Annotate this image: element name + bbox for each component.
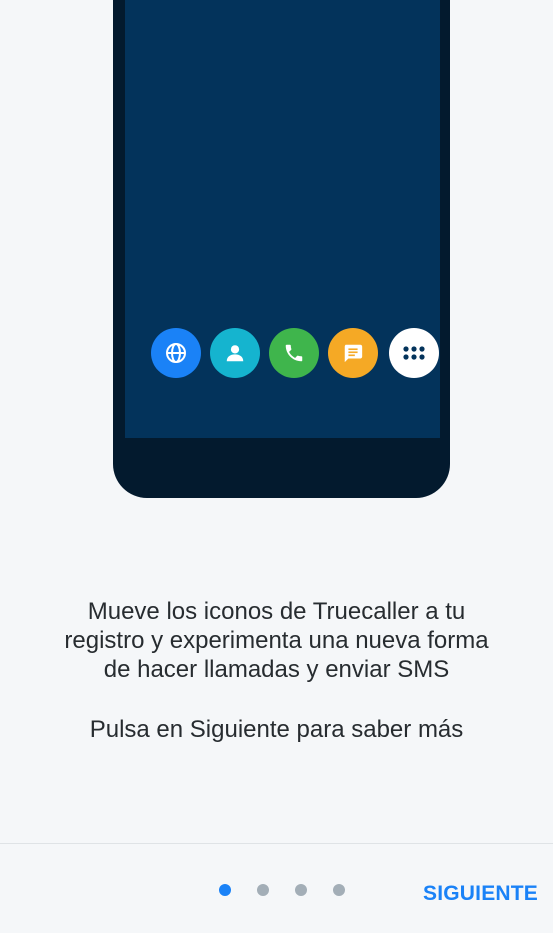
footer-divider (0, 843, 553, 844)
page-dot-3 (295, 884, 307, 896)
onboarding-hint: Pulsa en Siguiente para saber más (89, 716, 464, 743)
onboarding-screen: Mueve los iconos de Truecaller a tu regi… (0, 0, 553, 933)
contacts-icon (210, 328, 260, 378)
message-icon (328, 328, 378, 378)
globe-icon (151, 328, 201, 378)
onboarding-message: Mueve los iconos de Truecaller a tu regi… (64, 598, 489, 683)
phone-icon (269, 328, 319, 378)
apps-grid-icon (389, 328, 439, 378)
phone-illustration (113, 0, 450, 498)
page-dot-1 (219, 884, 231, 896)
page-dot-4 (333, 884, 345, 896)
app-dock (151, 328, 441, 380)
next-button[interactable]: SIGUIENTE (423, 876, 538, 912)
phone-screen (125, 0, 440, 438)
page-indicator (219, 884, 371, 896)
page-dot-2 (257, 884, 269, 896)
